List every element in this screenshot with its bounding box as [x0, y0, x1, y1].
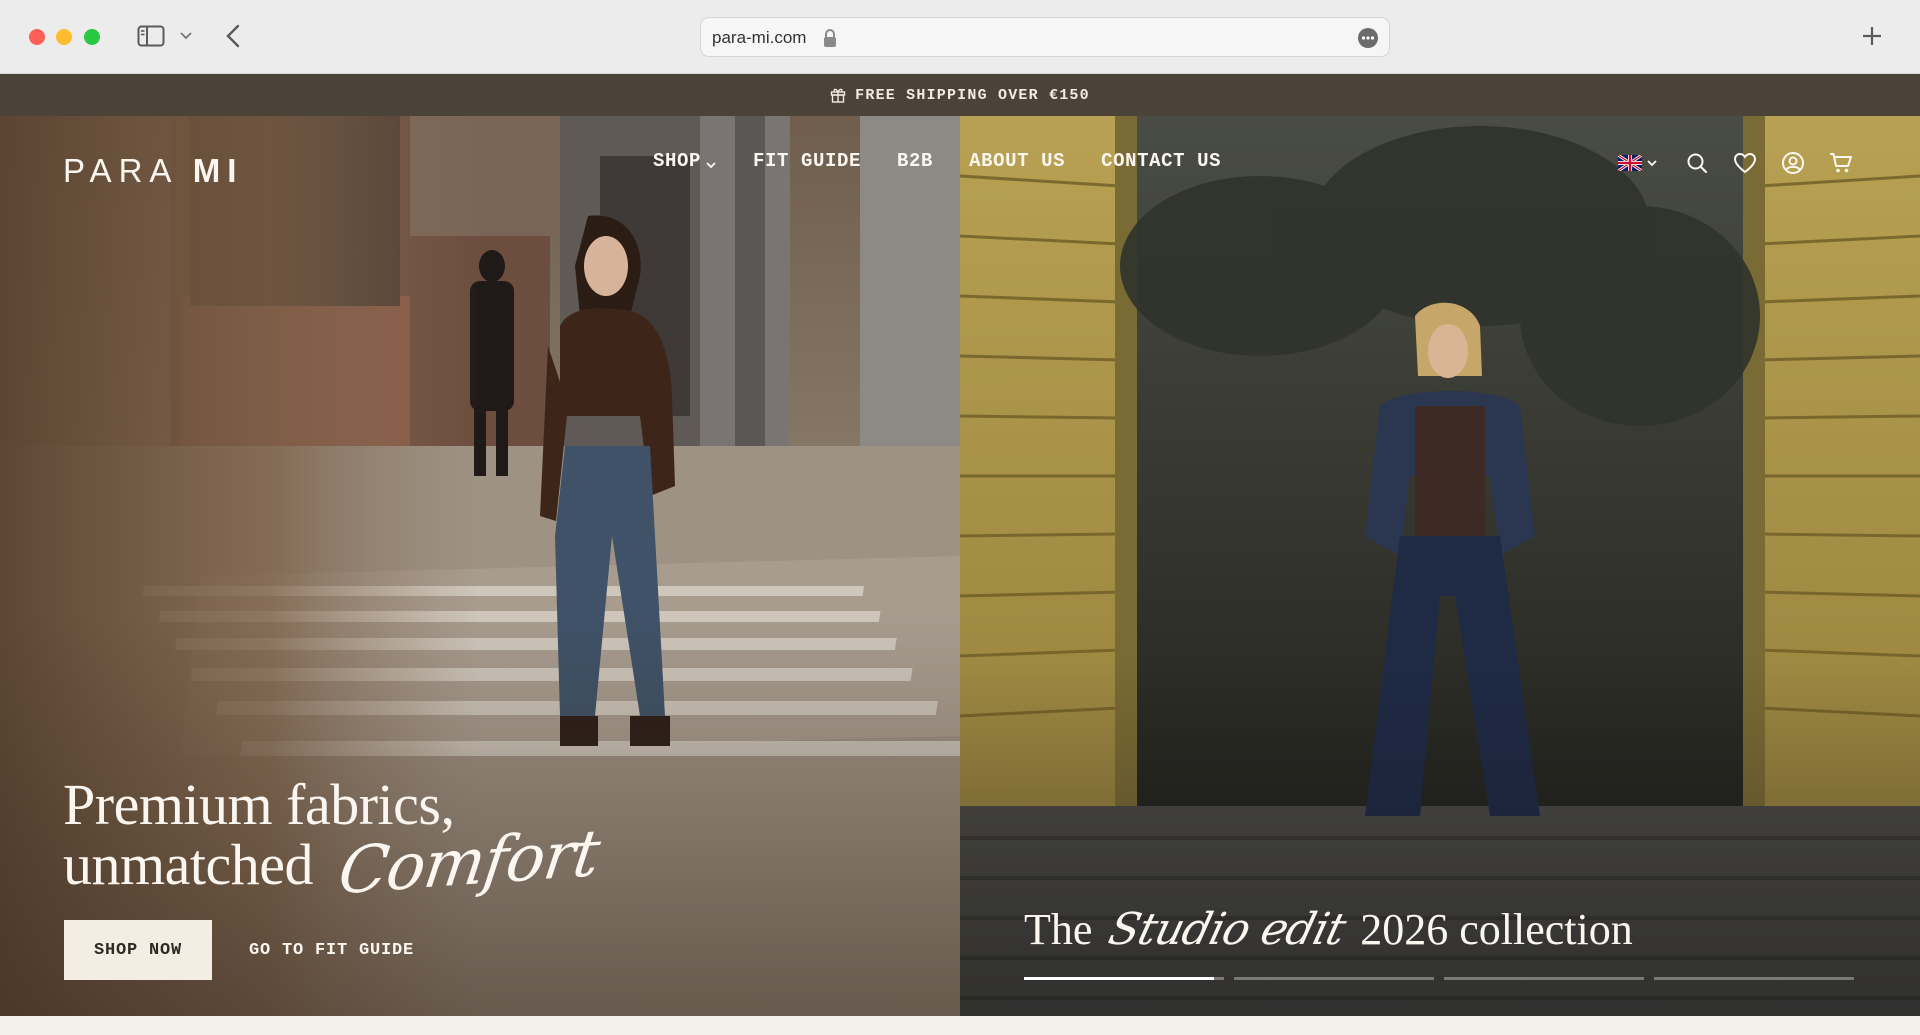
nav-label: CONTACT US [1101, 150, 1222, 172]
address-bar[interactable]: para-mi.com [700, 17, 1390, 57]
header-actions [1617, 150, 1854, 176]
logo-bold-text: MI [192, 152, 244, 189]
new-tab-icon[interactable] [1858, 22, 1886, 50]
main-navigation: SHOP FIT GUIDE B2B ABOUT US CONTACT US [653, 150, 1257, 172]
heart-icon[interactable] [1732, 150, 1758, 176]
back-icon[interactable] [222, 22, 244, 50]
slide-indicator-fill [1024, 977, 1214, 980]
uk-flag-icon [1617, 153, 1643, 173]
caption-script: Studio edit [1104, 904, 1351, 955]
collection-caption[interactable]: The Studio edit 2026 collection [1024, 904, 1633, 955]
hero-cta-row: SHOP NOW GO TO FIT GUIDE [64, 920, 414, 980]
fit-guide-link[interactable]: GO TO FIT GUIDE [249, 941, 414, 960]
caption-suffix: 2026 collection [1360, 905, 1633, 954]
close-window-button[interactable] [29, 29, 45, 45]
browser-toolbar: para-mi.com [0, 0, 1920, 74]
nav-item-contact-us[interactable]: CONTACT US [1101, 150, 1221, 172]
minimize-window-button[interactable] [56, 29, 72, 45]
announcement-text: FREE SHIPPING OVER €150 [855, 86, 1090, 104]
lock-icon [822, 28, 838, 48]
slide-indicator-2[interactable] [1234, 977, 1434, 980]
language-selector[interactable] [1617, 153, 1658, 173]
more-options-icon[interactable] [1357, 27, 1379, 49]
cart-icon[interactable] [1828, 150, 1854, 176]
headline-line-2-text: unmatched [63, 832, 313, 897]
nav-label: FIT GUIDE [753, 150, 862, 172]
headline-line-2: unmatched Comfort [63, 816, 604, 909]
hero-right-image[interactable] [960, 116, 1920, 1016]
account-icon[interactable] [1780, 150, 1806, 176]
slide-indicator-3[interactable] [1444, 977, 1644, 980]
url-text: para-mi.com [712, 28, 807, 47]
nav-label: B2B [897, 150, 934, 172]
nav-item-b2b[interactable]: B2B [897, 150, 933, 172]
logo-light-text: PARA [63, 152, 177, 189]
nav-item-fit-guide[interactable]: FIT GUIDE [753, 150, 861, 172]
hero-headline: Premium fabrics, unmatched Comfort [63, 776, 604, 910]
nav-item-about-us[interactable]: ABOUT US [969, 150, 1065, 172]
shop-now-button[interactable]: SHOP NOW [64, 920, 212, 980]
caption-prefix: The [1024, 905, 1093, 954]
nav-label: SHOP [653, 150, 702, 172]
brand-logo[interactable]: PARA MI [63, 152, 243, 190]
search-icon[interactable] [1684, 150, 1710, 176]
zoom-window-button[interactable] [84, 29, 100, 45]
page-below-fold [0, 1016, 1920, 1035]
chevron-down-icon[interactable] [178, 28, 194, 44]
sidebar-toggle-icon[interactable] [136, 24, 166, 48]
slide-indicator-1[interactable] [1024, 977, 1224, 980]
hero-banner: PARA MI SHOP FIT GUIDE B2B ABOUT US CONT… [0, 116, 1920, 1016]
announcement-bar: FREE SHIPPING OVER €150 [0, 74, 1920, 116]
chevron-down-icon [1646, 157, 1658, 169]
nav-item-shop[interactable]: SHOP [653, 150, 717, 172]
slide-progress [1024, 977, 1854, 980]
chevron-down-icon [705, 155, 717, 169]
gift-icon [830, 87, 846, 103]
nav-label: ABOUT US [969, 150, 1066, 172]
headline-script-word: Comfort [334, 816, 604, 910]
slide-indicator-4[interactable] [1654, 977, 1854, 980]
